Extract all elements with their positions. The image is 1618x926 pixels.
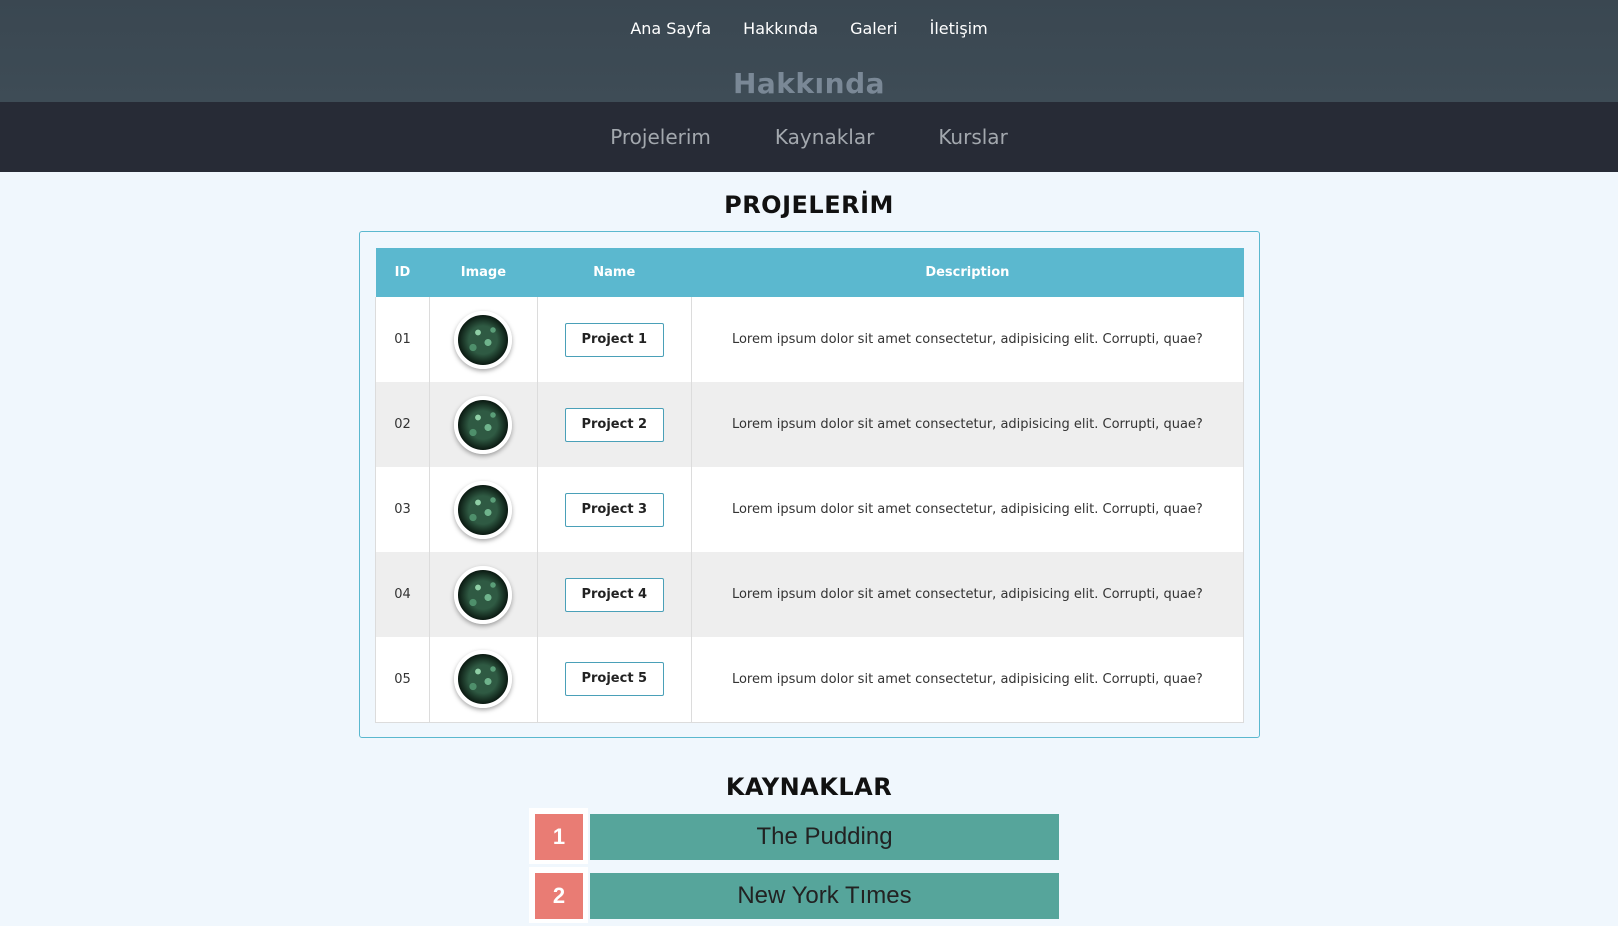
- cell-image: [428, 382, 538, 467]
- nav-link-galeri[interactable]: Galeri: [850, 17, 898, 41]
- column-header-name: Name: [537, 248, 692, 297]
- cell-image: [428, 467, 538, 552]
- cell-description: Lorem ipsum dolor sit amet consectetur, …: [690, 467, 1245, 552]
- table-header-row: ID Image Name Description: [375, 248, 1244, 297]
- cell-description: Lorem ipsum dolor sit amet consectetur, …: [690, 297, 1245, 382]
- cell-id: 03: [375, 467, 430, 552]
- cell-id: 05: [375, 637, 430, 723]
- cell-name: Project 5: [536, 637, 692, 723]
- column-header-image: Image: [429, 248, 538, 297]
- table-row: 03 Project 3 Lorem ipsum dolor sit amet …: [375, 467, 1245, 552]
- resource-link[interactable]: New York Tımes: [590, 873, 1059, 919]
- main-nav: Ana Sayfa Hakkında Galeri İletişim: [0, 17, 1618, 41]
- project-button[interactable]: Project 5: [564, 662, 664, 697]
- table-row: 04 Project 4 Lorem ipsum dolor sit amet …: [375, 552, 1245, 637]
- resources-list: 1 The Pudding 2 New York Tımes: [529, 808, 1059, 926]
- cell-id: 02: [375, 382, 430, 467]
- list-item: 2 New York Tımes: [529, 867, 1059, 923]
- table-row: 02 Project 2 Lorem ipsum dolor sit amet …: [375, 382, 1245, 467]
- cell-name: Project 2: [536, 382, 692, 467]
- nav-link-ana-sayfa[interactable]: Ana Sayfa: [630, 17, 711, 41]
- table-row: 05 Project 5 Lorem ipsum dolor sit amet …: [375, 637, 1245, 723]
- nav-link-iletisim[interactable]: İletişim: [930, 17, 988, 41]
- cell-name: Project 4: [536, 552, 692, 637]
- cell-image: [428, 297, 538, 382]
- projects-table-frame: ID Image Name Description 01 Project 1 L…: [359, 231, 1260, 738]
- list-item: 1 The Pudding: [529, 808, 1059, 864]
- cell-description: Lorem ipsum dolor sit amet consectetur, …: [690, 552, 1245, 637]
- top-header: Ana Sayfa Hakkında Galeri İletişim Hakkı…: [0, 0, 1618, 102]
- resource-number-badge: 1: [529, 808, 588, 864]
- page-title: Hakkında: [732, 67, 886, 100]
- section-link-kurslar[interactable]: Kurslar: [938, 122, 1007, 152]
- project-thumbnail: [454, 565, 513, 624]
- project-button[interactable]: Project 1: [564, 322, 664, 357]
- project-button[interactable]: Project 4: [564, 577, 664, 612]
- projects-table: ID Image Name Description 01 Project 1 L…: [375, 248, 1245, 723]
- column-header-description: Description: [691, 248, 1244, 297]
- project-thumbnail: [454, 480, 513, 539]
- cell-image: [428, 552, 538, 637]
- project-button[interactable]: Project 3: [564, 492, 664, 527]
- nav-link-hakkinda[interactable]: Hakkında: [743, 17, 818, 41]
- cell-id: 01: [375, 297, 430, 382]
- cell-description: Lorem ipsum dolor sit amet consectetur, …: [690, 382, 1245, 467]
- resource-link[interactable]: The Pudding: [590, 814, 1059, 860]
- project-thumbnail: [454, 650, 513, 709]
- table-row: 01 Project 1 Lorem ipsum dolor sit amet …: [375, 297, 1245, 382]
- section-link-projelerim[interactable]: Projelerim: [610, 122, 711, 152]
- column-header-id: ID: [375, 248, 430, 297]
- cell-name: Project 1: [536, 297, 692, 382]
- cell-description: Lorem ipsum dolor sit amet consectetur, …: [690, 637, 1245, 723]
- section-link-kaynaklar[interactable]: Kaynaklar: [775, 122, 874, 152]
- resource-number-badge: 2: [529, 867, 588, 923]
- cell-image: [428, 637, 538, 723]
- projects-heading: PROJELERİM: [724, 191, 894, 219]
- section-nav: Projelerim Kaynaklar Kurslar: [0, 122, 1618, 152]
- section-nav-bar: Projelerim Kaynaklar Kurslar: [0, 102, 1618, 172]
- cell-id: 04: [375, 552, 430, 637]
- cell-name: Project 3: [536, 467, 692, 552]
- project-thumbnail: [454, 395, 513, 454]
- project-button[interactable]: Project 2: [564, 407, 664, 442]
- project-thumbnail: [454, 310, 513, 369]
- resources-heading: KAYNAKLAR: [725, 773, 893, 801]
- resource-number: 2: [535, 873, 583, 919]
- resource-number: 1: [535, 814, 583, 860]
